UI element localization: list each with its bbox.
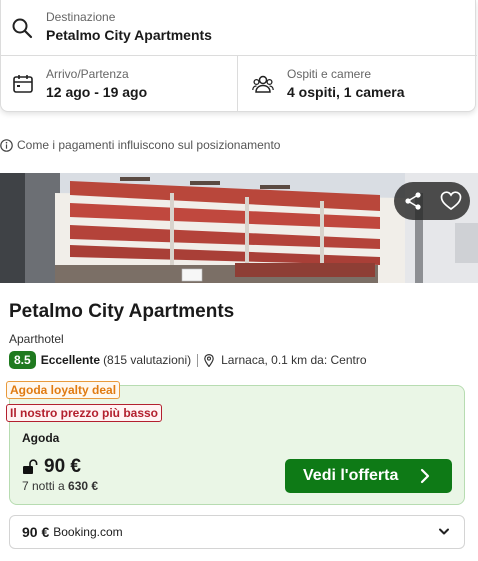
heart-icon — [440, 191, 462, 211]
search-icon — [11, 17, 33, 44]
total-price: 630 € — [68, 479, 99, 493]
alt-provider-price: 90 € — [22, 524, 50, 540]
review-count[interactable]: (815 valutazioni) — [103, 353, 191, 367]
rating-word: Eccellente — [40, 353, 101, 367]
score-badge: 8.5 — [9, 351, 36, 369]
destination-label: Destinazione — [46, 10, 116, 24]
dates-field[interactable]: Arrivo/Partenza 12 ago - 19 ago — [1, 56, 238, 112]
lowest-price-badge: Il nostro prezzo più basso — [6, 404, 163, 422]
alt-provider-row[interactable]: 90 € Booking.com — [9, 515, 465, 549]
payment-note-text: Come i pagamenti influiscono sul posizio… — [17, 138, 281, 152]
alt-provider-name: Booking.com — [53, 525, 123, 539]
rating-row: 8.5 Eccellente (815 valutazioni) Larnaca… — [9, 351, 367, 369]
calendar-icon — [13, 75, 33, 98]
unlock-icon — [22, 459, 38, 475]
chevron-right-icon — [420, 468, 430, 489]
price-line: 90 € — [22, 456, 81, 478]
guests-value: 4 ospiti, 1 camera — [287, 84, 405, 100]
view-deal-button[interactable]: Vedi l'offerta — [285, 459, 452, 493]
view-deal-label: Vedi l'offerta — [303, 467, 399, 484]
hotel-photo[interactable] — [0, 173, 478, 283]
offer-price: 90 € — [44, 456, 81, 477]
chevron-down-icon — [438, 527, 450, 537]
share-button[interactable] — [395, 183, 431, 219]
hotel-type: Aparthotel — [9, 332, 64, 346]
guests-label: Ospiti e camere — [287, 67, 372, 81]
search-card: Destinazione Petalmo City Apartments Arr… — [0, 0, 477, 112]
nights-text: 7 notti a — [22, 479, 65, 493]
dates-label: Arrivo/Partenza — [46, 67, 129, 81]
provider-name: Agoda — [22, 431, 60, 445]
destination-value: Petalmo City Apartments — [46, 27, 212, 43]
divider — [197, 353, 199, 367]
total-price-line: 7 notti a 630 € — [22, 479, 98, 493]
info-icon — [0, 138, 13, 152]
share-icon — [403, 191, 423, 211]
loyalty-deal-badge: Agoda loyalty deal — [6, 381, 121, 399]
payment-ranking-note[interactable]: Come i pagamenti influiscono sul posizio… — [0, 137, 280, 153]
favorite-button[interactable] — [433, 183, 469, 219]
destination-field[interactable]: Destinazione Petalmo City Apartments — [1, 0, 477, 56]
guests-field[interactable]: Ospiti e camere 4 ospiti, 1 camera — [238, 56, 477, 112]
hotel-location[interactable]: Larnaca, 0.1 km da: Centro — [221, 353, 366, 367]
dates-value: 12 ago - 19 ago — [46, 84, 148, 100]
location-pin-icon — [204, 353, 214, 367]
hotel-name[interactable]: Petalmo City Apartments — [9, 301, 234, 323]
photo-actions — [394, 182, 470, 220]
guests-icon — [252, 75, 274, 98]
